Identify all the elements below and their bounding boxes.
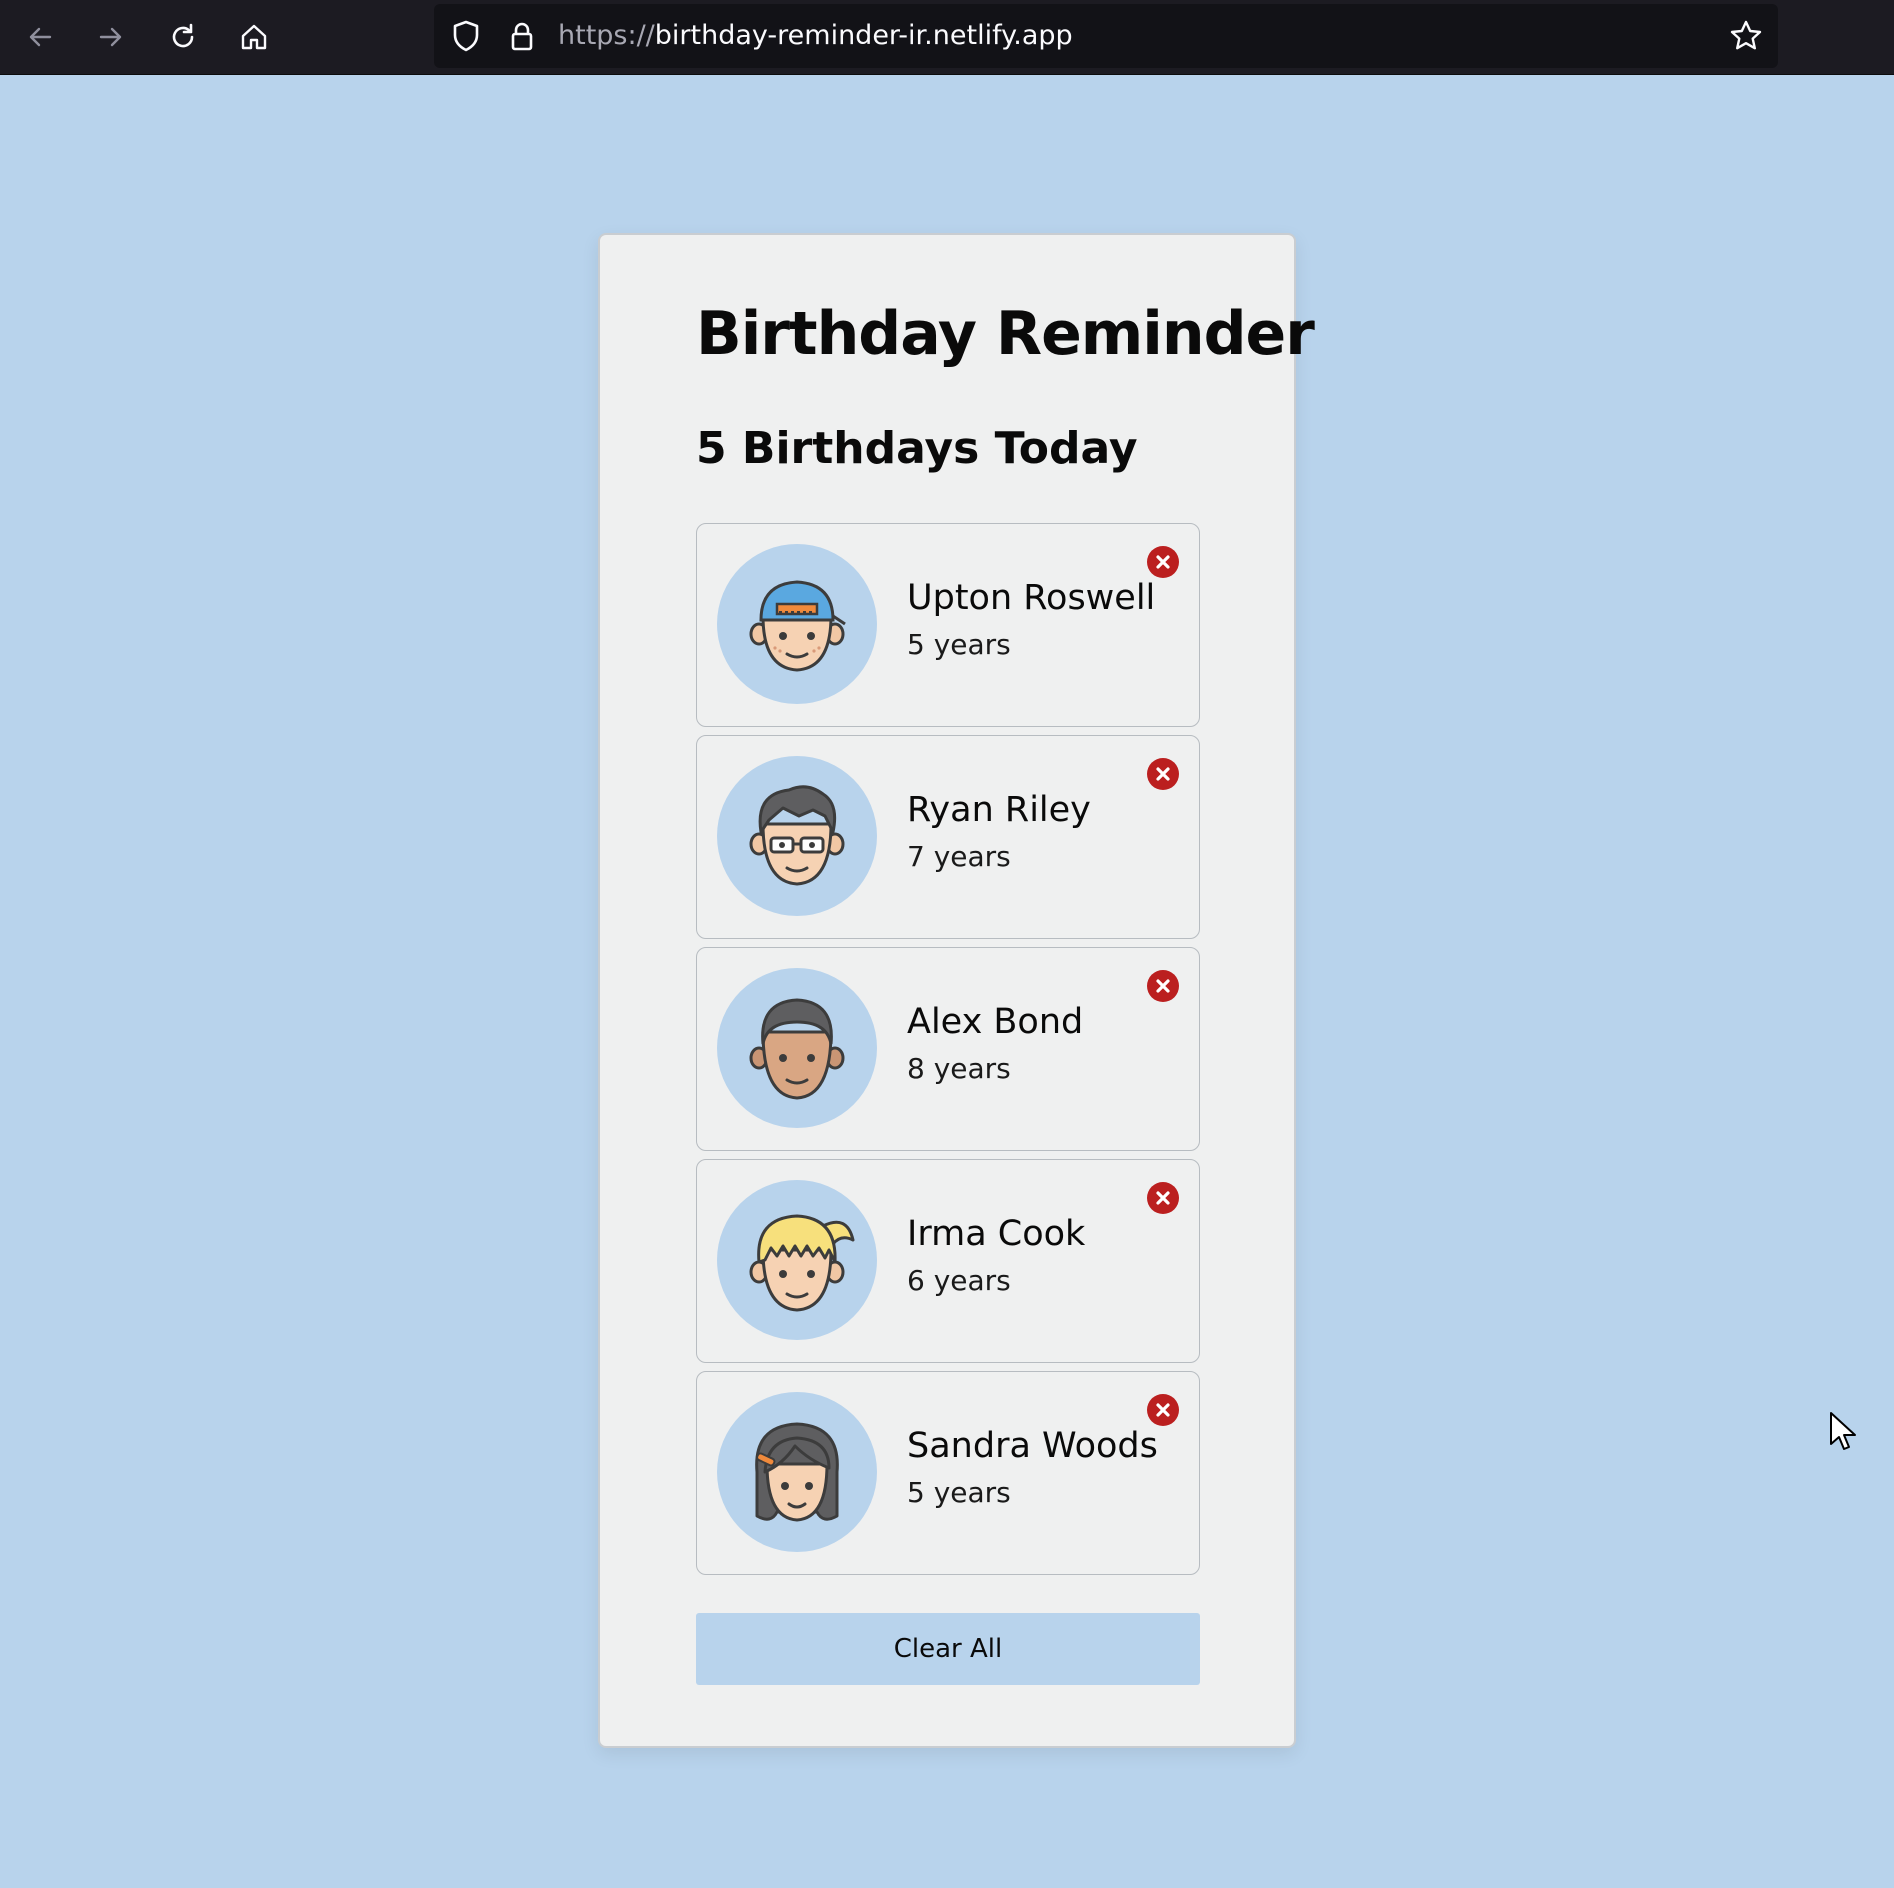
birthday-count: 5 Birthdays Today (696, 423, 1138, 474)
man-avatar-icon (749, 998, 845, 1100)
close-icon (1156, 1191, 1170, 1205)
girl-ponytail-avatar-icon (749, 1214, 855, 1312)
close-icon (1156, 555, 1170, 569)
page-title: Birthday Reminder (696, 299, 1315, 369)
close-icon (1156, 1403, 1170, 1417)
close-icon (1156, 767, 1170, 781)
person-age: 6 years (907, 1264, 1011, 1297)
person-name: Irma Cook (907, 1214, 1086, 1254)
person-item: Irma Cook 6 years (696, 1159, 1200, 1363)
address-bar[interactable]: https://birthday-reminder-ir.netlify.app (434, 4, 1778, 68)
avatar (717, 968, 877, 1128)
reload-button[interactable] (158, 12, 208, 62)
person-age: 5 years (907, 628, 1011, 661)
person-name: Upton Roswell (907, 578, 1156, 618)
person-item: Alex Bond 8 years (696, 947, 1200, 1151)
browser-toolbar: https://birthday-reminder-ir.netlify.app (0, 0, 1894, 75)
close-icon (1156, 979, 1170, 993)
remove-button[interactable] (1147, 546, 1179, 578)
clear-all-button[interactable]: Clear All (696, 1613, 1200, 1685)
shield-icon[interactable] (448, 18, 484, 54)
person-name: Alex Bond (907, 1002, 1084, 1042)
person-age: 5 years (907, 1476, 1011, 1509)
birthday-card: Birthday Reminder 5 Birthdays Today Upto… (598, 233, 1315, 1748)
man-glasses-avatar-icon (749, 785, 845, 886)
person-age: 8 years (907, 1052, 1011, 1085)
remove-button[interactable] (1147, 1394, 1179, 1426)
person-age: 7 years (907, 840, 1011, 873)
url-text[interactable]: https://birthday-reminder-ir.netlify.app (558, 20, 1073, 51)
avatar (717, 544, 877, 704)
avatar (717, 1180, 877, 1340)
person-item: Sandra Woods 5 years (696, 1371, 1200, 1575)
reload-icon (172, 23, 194, 48)
woman-avatar-icon (755, 1422, 839, 1522)
back-button[interactable] (15, 12, 65, 62)
avatar (717, 1392, 877, 1552)
mouse-cursor-icon (1830, 1412, 1856, 1450)
lock-icon[interactable] (504, 18, 540, 54)
url-host: birthday-reminder-ir.netlify.app (654, 20, 1073, 51)
arrow-right-icon (99, 27, 122, 47)
home-button[interactable] (229, 12, 279, 62)
avatar (717, 756, 877, 916)
person-item: Upton Roswell 5 years (696, 523, 1200, 727)
home-icon (241, 24, 267, 50)
boy-cap-avatar-icon (749, 580, 846, 672)
person-name: Ryan Riley (907, 790, 1091, 830)
person-name: Sandra Woods (907, 1426, 1158, 1466)
url-protocol: https:// (558, 20, 655, 51)
person-item: Ryan Riley 7 years (696, 735, 1200, 939)
remove-button[interactable] (1147, 758, 1179, 790)
bookmark-star-icon[interactable] (1728, 18, 1764, 54)
forward-button[interactable] (86, 12, 136, 62)
remove-button[interactable] (1147, 970, 1179, 1002)
arrow-left-icon (29, 27, 52, 47)
remove-button[interactable] (1147, 1182, 1179, 1214)
